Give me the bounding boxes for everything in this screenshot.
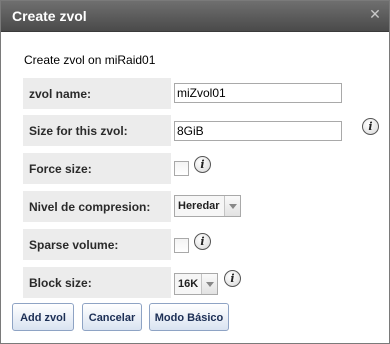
force-size-checkbox[interactable] bbox=[174, 161, 189, 176]
zvol-name-label: zvol name: bbox=[29, 87, 92, 101]
size-info-icon[interactable]: i bbox=[362, 118, 379, 135]
chevron-down-icon bbox=[201, 274, 217, 294]
block-size-row: Block size: bbox=[23, 267, 171, 298]
size-label: Size for this zvol: bbox=[29, 124, 128, 138]
block-size-info-icon[interactable]: i bbox=[224, 270, 241, 287]
sparse-label: Sparse volume: bbox=[29, 238, 119, 252]
size-input[interactable]: 8GiB bbox=[174, 121, 342, 141]
chevron-down-icon bbox=[224, 196, 240, 216]
compression-row: Nivel de compresion: bbox=[23, 191, 171, 222]
cancel-button[interactable]: Cancelar bbox=[82, 303, 142, 331]
dialog-subtitle: Create zvol on miRaid01 bbox=[24, 53, 156, 67]
size-row: Size for this zvol: bbox=[23, 115, 171, 146]
sparse-info-icon[interactable]: i bbox=[194, 233, 211, 250]
sparse-checkbox[interactable] bbox=[174, 238, 189, 253]
create-zvol-dialog: Create zvol ✕ Create zvol on miRaid01 zv… bbox=[0, 0, 390, 344]
compression-select[interactable]: Heredar bbox=[174, 195, 241, 217]
add-zvol-button[interactable]: Add zvol bbox=[12, 303, 74, 331]
basic-mode-button[interactable]: Modo Básico bbox=[149, 303, 229, 331]
force-size-row: Force size: bbox=[23, 153, 171, 184]
block-size-select[interactable]: 16K bbox=[174, 273, 218, 295]
force-size-label: Force size: bbox=[29, 162, 92, 176]
compression-label: Nivel de compresion: bbox=[29, 200, 151, 214]
sparse-row: Sparse volume: bbox=[23, 229, 171, 260]
block-size-label: Block size: bbox=[29, 276, 92, 290]
force-size-info-icon[interactable]: i bbox=[194, 156, 211, 173]
title-bar: Create zvol ✕ bbox=[1, 1, 389, 32]
close-icon[interactable]: ✕ bbox=[368, 7, 382, 21]
dialog-title: Create zvol bbox=[12, 8, 87, 24]
block-size-value: 16K bbox=[178, 278, 199, 290]
compression-value: Heredar bbox=[178, 200, 220, 212]
zvol-name-input[interactable]: miZvol01 bbox=[174, 83, 342, 103]
zvol-name-row: zvol name: bbox=[23, 78, 171, 109]
